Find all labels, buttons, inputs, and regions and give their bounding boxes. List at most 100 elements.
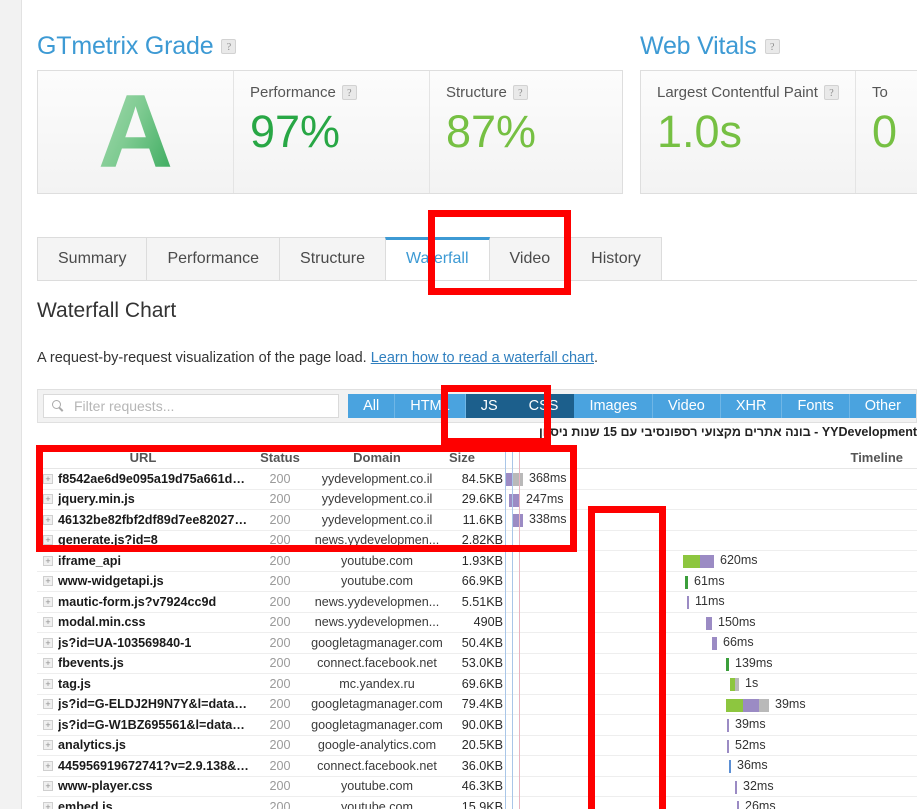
row-domain-cell: googletagmanager.com xyxy=(311,718,443,732)
filter-fonts[interactable]: Fonts xyxy=(782,394,850,418)
expand-icon[interactable]: + xyxy=(43,596,53,607)
tab-video[interactable]: Video xyxy=(488,237,572,280)
filter-video[interactable]: Video xyxy=(653,394,721,418)
expand-icon[interactable]: + xyxy=(43,473,53,484)
row-status: 200 xyxy=(269,676,291,691)
search-box[interactable] xyxy=(43,394,340,418)
expand-icon[interactable]: + xyxy=(43,719,53,730)
table-row[interactable]: + js?id=G-W1BZ695561&l=dataLay... 200 googl… xyxy=(37,715,917,736)
row-status: 200 xyxy=(269,717,291,732)
help-icon[interactable]: ? xyxy=(221,39,237,54)
table-row[interactable]: + www-player.css 200 youtube.com 46.3KB 32ms xyxy=(37,777,917,797)
expand-icon[interactable]: + xyxy=(43,535,53,546)
row-url-cell: + www-player.css xyxy=(37,779,249,793)
header-timeline: Timeline xyxy=(850,449,903,465)
tab-summary[interactable]: Summary xyxy=(37,237,148,280)
timeline-bar[interactable] xyxy=(687,596,689,609)
header-status[interactable]: Status xyxy=(249,450,311,465)
table-row[interactable]: + embed.js 200 youtube.com 15.9KB 26ms xyxy=(37,797,917,809)
table-row[interactable]: + generate.js?id=8 200 news.yydevelopmen...… xyxy=(37,531,917,551)
table-row[interactable]: + fbevents.js 200 connect.facebook.net 53.0K… xyxy=(37,654,917,674)
row-size: 84.5KB xyxy=(461,471,503,486)
table-row[interactable]: + iframe_api 200 youtube.com 1.93KB 620ms xyxy=(37,551,917,572)
expand-icon[interactable]: + xyxy=(43,699,53,710)
timeline-segment xyxy=(737,801,739,809)
expand-icon[interactable]: + xyxy=(43,617,53,628)
header-size[interactable]: Size xyxy=(443,450,503,465)
row-status-cell: 200 xyxy=(249,697,311,711)
filter-xhr[interactable]: XHR xyxy=(720,394,783,418)
tab-history[interactable]: History xyxy=(570,237,662,280)
table-row[interactable]: +46132be82fbf2df89d7ee8202773... 200 yydev… xyxy=(37,510,917,531)
filter-css[interactable]: CSS xyxy=(513,394,575,418)
timeline-bar[interactable] xyxy=(505,473,523,486)
table-row[interactable]: + modal.min.css 200 news.yydevelopmen... 490… xyxy=(37,613,917,633)
grade-letter: A xyxy=(97,74,174,190)
filter-all[interactable]: All xyxy=(348,394,396,418)
timeline-bar[interactable] xyxy=(726,698,769,712)
timeline-bar[interactable] xyxy=(737,801,739,809)
expand-icon[interactable]: + xyxy=(43,637,53,648)
expand-icon[interactable]: + xyxy=(43,678,53,689)
timeline-bar[interactable] xyxy=(706,616,712,630)
timeline-bar[interactable] xyxy=(512,514,523,527)
help-icon[interactable]: ? xyxy=(764,39,780,54)
section-description-period: . xyxy=(593,350,599,366)
tbt-label: To xyxy=(872,84,917,101)
timeline-bar[interactable] xyxy=(735,780,737,794)
timeline-duration: 66ms xyxy=(723,635,754,649)
expand-icon[interactable]: + xyxy=(43,514,53,525)
header-domain[interactable]: Domain xyxy=(311,450,443,465)
expand-icon[interactable]: + xyxy=(43,781,53,792)
filter-other[interactable]: Other xyxy=(849,394,916,418)
table-row[interactable]: + analytics.js 200 google-analytics.com 20.5… xyxy=(37,736,917,756)
table-row[interactable]: + js?id=UA-103569840-1 200 googletagmanager… xyxy=(37,633,917,654)
expand-icon[interactable]: + xyxy=(43,740,53,751)
table-row[interactable]: + f8542ae6d9e095a19d75a661d51d... 200 yydev… xyxy=(37,469,917,490)
timeline-bar[interactable] xyxy=(727,719,729,732)
table-row[interactable]: + www-widgetapi.js 200 youtube.com 66.9KB 61m… xyxy=(37,572,917,592)
help-icon[interactable]: ? xyxy=(341,85,357,100)
timeline-bar[interactable] xyxy=(726,657,729,671)
timeline-bar[interactable] xyxy=(730,678,739,691)
waterfall-help-link[interactable]: Learn how to read a waterfall chart xyxy=(371,350,594,366)
filter-images[interactable]: Images xyxy=(574,394,654,418)
expand-icon[interactable]: + xyxy=(43,494,53,505)
expand-icon[interactable]: + xyxy=(43,658,53,669)
table-row[interactable]: + tag.js 200 mc.yandex.ru 69.6KB 1s xyxy=(37,674,917,695)
tab-waterfall[interactable]: Waterfall xyxy=(384,237,490,280)
grade-letter-cell: A xyxy=(38,71,234,193)
help-icon[interactable]: ? xyxy=(823,85,839,100)
row-size-cell: 50.4KB xyxy=(443,636,503,650)
timeline-bar[interactable] xyxy=(712,637,717,650)
row-domain-cell: news.yydevelopmen... xyxy=(311,533,443,547)
timeline-bar[interactable] xyxy=(685,575,688,589)
row-size: 53.0KB xyxy=(461,656,503,671)
expand-icon[interactable]: + xyxy=(43,555,53,566)
filter-html[interactable]: HTML xyxy=(395,394,466,418)
timeline-bar[interactable] xyxy=(683,555,714,568)
help-icon[interactable]: ? xyxy=(512,85,528,100)
timeline-bar[interactable] xyxy=(727,739,729,753)
row-status-cell: 200 xyxy=(249,800,311,809)
filter-js[interactable]: JS xyxy=(465,394,514,418)
page-title: Waterfall Chart xyxy=(37,299,177,322)
row-url: embed.js xyxy=(58,799,113,809)
table-row[interactable]: + mautic-form.js?v7924cc9d 200 news.yydevel… xyxy=(37,592,917,613)
row-url: generate.js?id=8 xyxy=(58,533,158,548)
table-row[interactable]: +445956919672741?v=2.9.138&r=s... 200 conn… xyxy=(37,756,917,777)
tab-structure[interactable]: Structure xyxy=(279,237,386,280)
structure-label: Structure ? xyxy=(446,84,606,101)
row-url: js?id=UA-103569840-1 xyxy=(58,635,192,650)
table-row[interactable]: + js?id=G-ELDJ2H9N7Y&l=dataLay... 200 googl… xyxy=(37,695,917,715)
header-url[interactable]: URL xyxy=(37,450,249,465)
timeline-bar[interactable] xyxy=(729,760,731,773)
expand-icon[interactable]: + xyxy=(43,801,53,809)
tab-performance[interactable]: Performance xyxy=(146,237,281,280)
search-input[interactable] xyxy=(72,397,331,415)
expand-icon[interactable]: + xyxy=(43,576,53,587)
table-row[interactable]: + jquery.min.js 200 yydevelopment.co.il 29.6… xyxy=(37,490,917,510)
expand-icon[interactable]: + xyxy=(43,760,53,771)
row-url: mautic-form.js?v7924cc9d xyxy=(58,594,217,609)
filter-bar: All HTML JS CSS Images Video XHR Fonts O… xyxy=(37,389,917,423)
